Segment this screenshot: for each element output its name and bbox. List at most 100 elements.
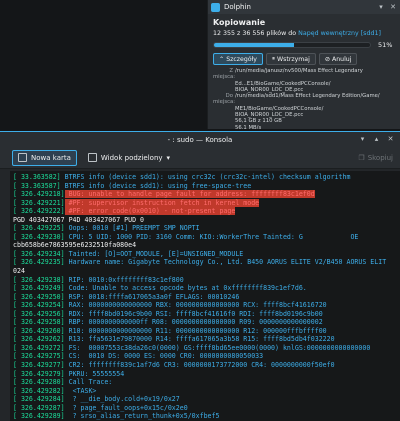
detail-value: /run/media/janusz/nv500/Mass Effect Lege…: [235, 68, 363, 74]
minimize-icon[interactable]: ▾: [377, 3, 385, 11]
terminal-line: [ 326.429287] ? page_fault_oops+0x15c/0x…: [13, 404, 400, 413]
log-text: CR2: ffffffff839c1af7d6 CR3: 00000001737…: [64, 361, 335, 370]
pause-button[interactable]: ⏸ Wstrzymaj: [265, 53, 316, 65]
timestamp: [ 326.429272]: [13, 343, 65, 352]
konsole-toolbar: Nowa karta Widok podzielony ▾ ❐ Skopiuj: [0, 147, 400, 169]
copy-progress-bar: [213, 42, 371, 48]
konsole-title: - : sudo — Konsola: [167, 135, 233, 144]
terminal-line: [ 326.429279] PKRU: 55555554: [13, 370, 400, 379]
copy-heading: Kopiowanie: [213, 18, 266, 27]
konsole-titlebar: - : sudo — Konsola ▾ ▴ ✕: [0, 132, 400, 147]
timestamp: [ 326.429218]: [13, 190, 65, 199]
log-text: CS: 0010 DS: 0000 ES: 0000 CR0: 00000000…: [64, 352, 264, 361]
terminal-line: 024: [13, 267, 400, 276]
log-text: RDX: ffff8bd0196c9b00 RSI: ffff8bcf41616…: [64, 309, 323, 318]
dolphin-app-icon: [211, 2, 220, 12]
minimize-icon[interactable]: ▾: [358, 135, 367, 144]
log-text: Oops: 0010 [#1] PREEMPT SMP NOPTI: [64, 224, 200, 233]
terminal-line: [ 326.429262] R13: ffa5631e79870000 R14:…: [13, 335, 400, 344]
terminal-line: [ 326.429221] #PF: supervisor instructio…: [13, 198, 400, 208]
konsole-window: - : sudo — Konsola ▾ ▴ ✕ Nowa karta Wido…: [0, 131, 400, 421]
dolphin-copy-dialog: Dolphin ▾ ✕ Kopiowanie 12 355 z 36 556 p…: [207, 0, 400, 129]
dolphin-title: Dolphin: [224, 3, 251, 11]
copy-icon: ❐: [358, 154, 365, 162]
cancel-icon: ⊘: [324, 55, 330, 63]
detail-label: Z miejsca:: [213, 68, 236, 81]
timestamp: [ 33.363582]: [13, 173, 61, 181]
timestamp: [ 326.429287]: [13, 403, 65, 412]
maximize-icon[interactable]: ▴: [372, 135, 381, 144]
timestamp: [ 326.429258]: [13, 318, 65, 327]
timestamp: [ 326.429289]: [13, 412, 65, 421]
detail-row: 56,1 MB/s: [213, 125, 380, 129]
log-text: RAX: 0000000000000000 RBX: 0000000000000…: [64, 301, 327, 310]
copy-summary: 12 355 z 36 556 plików do Napęd wewnętrz…: [213, 30, 381, 37]
terminal-line: [ 326.429235] Hardware name: Gigabyte Te…: [13, 258, 400, 267]
terminal-line: [ 326.429225] Oops: 0010 [#1] PREEMPT SM…: [13, 224, 400, 233]
new-tab-button[interactable]: Nowa karta: [12, 149, 77, 166]
timestamp: [ 326.429260]: [13, 326, 65, 335]
log-text: Hardware name: Gigabyte Technology Co., …: [64, 258, 387, 267]
copy-details: Z miejsca:/run/media/janusz/nv500/Mass E…: [213, 68, 380, 129]
detail-row: Do miejsca:/run/media/sdd1/Mass Effect L…: [213, 93, 380, 106]
terminal-line: [ 326.429230] CPU: 5 UID: 1000 PID: 3160…: [13, 233, 400, 242]
detail-label: Do miejsca:: [213, 93, 236, 106]
timestamp: [ 326.429275]: [13, 352, 65, 361]
timestamp: [ 326.429235]: [13, 258, 65, 267]
terminal-line: [ 326.429249] Code: Unable to access opc…: [13, 284, 400, 293]
timestamp: [ 326.429230]: [13, 232, 65, 241]
detail-label: [213, 125, 235, 129]
log-text: RSP: 0018:ffffa617065a3a0f EFLAGS: 00010…: [64, 292, 240, 301]
timestamp: [ 326.429250]: [13, 292, 65, 301]
timestamp: [ 326.429279]: [13, 369, 65, 378]
close-icon[interactable]: ✕: [386, 135, 395, 144]
timestamp: [ 326.429222]: [13, 207, 65, 216]
copy-progress-percent: 51%: [378, 41, 393, 49]
terminal-line: [ 326.429289] ? srso_alias_return_thunk+…: [13, 412, 400, 421]
timestamp: [ 326.429282]: [13, 386, 65, 395]
log-text: RBP: 0000000000000ff R08: 00000000000000…: [64, 318, 323, 327]
log-text: R10: 0000000000000000 R11: 0000000000000…: [64, 326, 327, 335]
terminal-output[interactable]: [ 33.363582] BTRFS info (device sdd1): u…: [10, 171, 400, 421]
log-text: ? __die_body.cold+0x19/0x27: [64, 395, 180, 404]
copy-progress-fill: [214, 43, 294, 47]
log-text: BTRFS info (device sdd1): using crc32c (…: [60, 173, 351, 181]
log-text: PGD 403427067 P4D 403427067 PUD 0: [13, 215, 145, 224]
log-text: <TASK>: [64, 386, 97, 395]
terminal-line: [ 326.429218] BUG: unable to handle page…: [13, 190, 400, 199]
close-icon[interactable]: ✕: [389, 3, 397, 11]
log-text: R13: ffa5631e79870000 R14: ffffa617065a3…: [64, 335, 335, 344]
copy-button[interactable]: ❐ Skopiuj: [355, 150, 396, 166]
timestamp: [ 326.429254]: [13, 301, 65, 310]
split-view-button[interactable]: Widok podzielony ▾: [83, 150, 175, 166]
terminal-line: [ 326.429250] RSP: 0018:ffffa617065a3a0f…: [13, 293, 400, 302]
copy-summary-text: 12 355 z 36 556 plików do: [213, 30, 299, 37]
terminal-line: [ 326.429222] #PF: error_code(0x0010) - …: [13, 207, 400, 216]
timestamp: [ 326.429225]: [13, 224, 65, 233]
timestamp: [ 326.429280]: [13, 378, 65, 387]
terminal-line: [ 326.429254] RAX: 0000000000000000 RBX:…: [13, 301, 400, 310]
log-text: 024: [13, 267, 25, 276]
log-text: Call Trace:: [64, 378, 113, 387]
terminal-line: [ 33.363587] BTRFS info (device sdd1): u…: [13, 182, 400, 191]
timestamp: [ 326.429238]: [13, 275, 65, 284]
terminal-line: [ 326.429258] RBP: 0000000000000ff R08: …: [13, 318, 400, 327]
log-text: RIP: 0010:0xffffffff83c1ef800: [64, 275, 184, 284]
terminal-line: cbb658b6e7863595e6232510fa080e4: [13, 241, 400, 250]
log-text: cbb658b6e7863595e6232510fa080e4: [13, 241, 137, 250]
terminal-line: [ 33.363582] BTRFS info (device sdd1): u…: [13, 173, 400, 182]
detail-value: 56,1 MB/s: [235, 124, 262, 129]
timestamp: [ 326.429256]: [13, 309, 65, 318]
log-text: #PF: supervisor instruction fetch in ker…: [64, 198, 260, 207]
terminal-line: [ 326.429234] Tainted: [O]=OOT_MODULE, […: [13, 250, 400, 259]
log-text: ? page_fault_oops+0x15c/0x2e0: [64, 403, 188, 412]
cancel-button[interactable]: ⊘ Anuluj: [318, 53, 358, 65]
log-text: Code: Unable to access opcode bytes at 0…: [64, 284, 307, 293]
terminal-line: PGD 403427067 P4D 403427067 PUD 0: [13, 216, 400, 225]
log-text: FS: 00007553c38da26c0(0000) GS:ffff8bd65…: [64, 343, 371, 352]
terminal-line: [ 326.429256] RDX: ffff8bd0196c9b00 RSI:…: [13, 310, 400, 319]
details-button[interactable]: ⌃ Szczegóły: [213, 53, 263, 65]
log-text: #PF: error_code(0x0010) - not-present pa…: [64, 207, 236, 216]
destination-link[interactable]: Napęd wewnętrzny [sdd1]: [298, 30, 381, 37]
timestamp: [ 326.429262]: [13, 335, 65, 344]
